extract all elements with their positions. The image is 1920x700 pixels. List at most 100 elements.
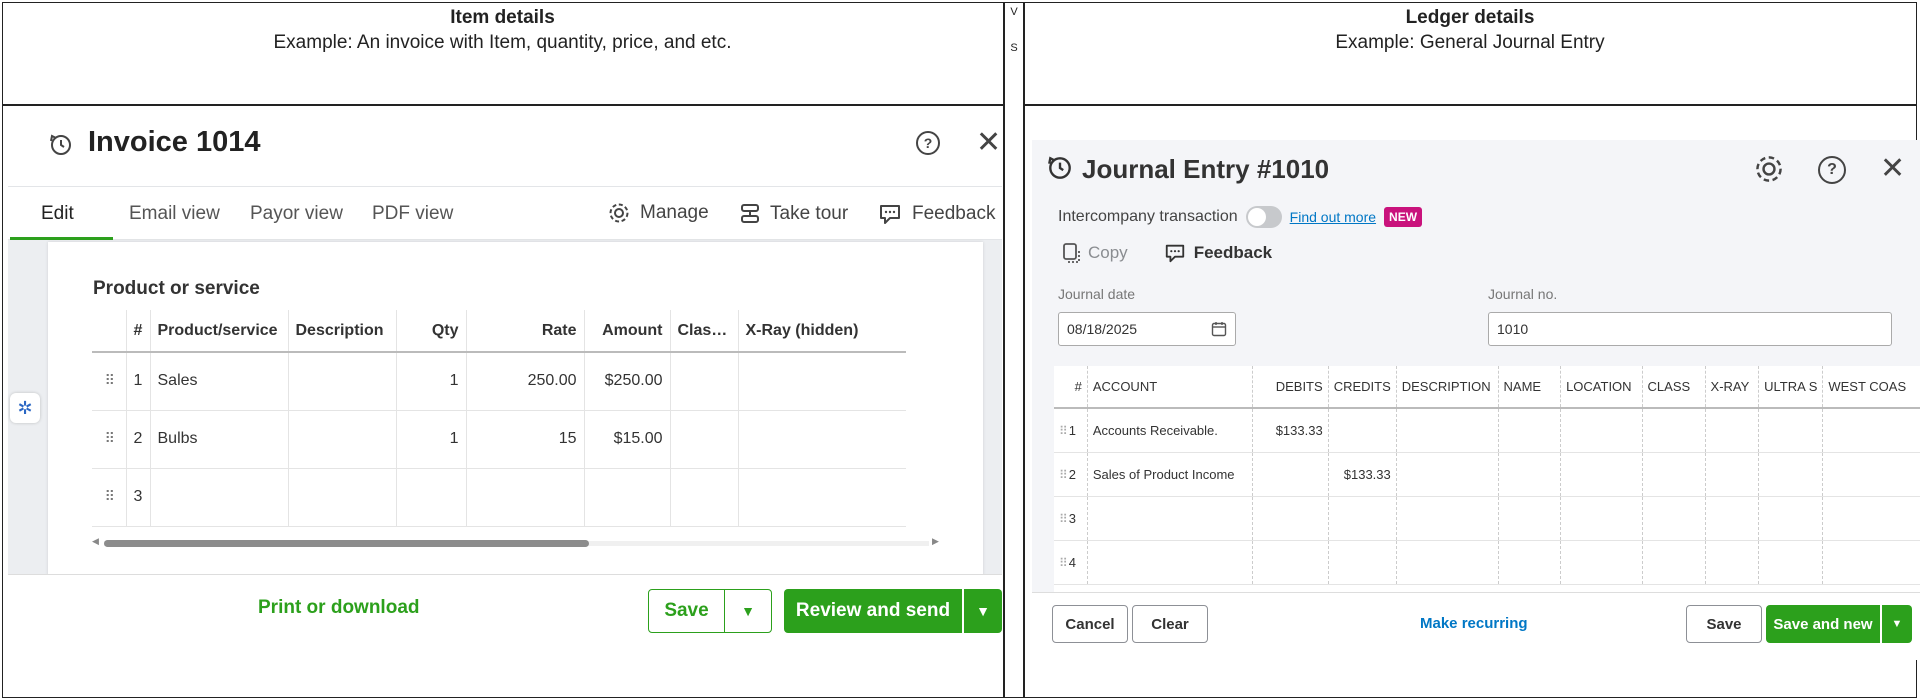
drag-handle-icon[interactable]: ⠿ <box>92 410 126 469</box>
review-dropdown-button[interactable]: ▼ <box>964 589 1002 633</box>
class-cell[interactable] <box>1641 452 1706 497</box>
qty-cell[interactable]: 1 <box>395 410 466 469</box>
credits-cell[interactable] <box>1327 408 1397 453</box>
west-coast-cell[interactable] <box>1822 408 1920 453</box>
close-icon[interactable]: ✕ <box>1880 154 1905 184</box>
scrollbar-thumb[interactable] <box>104 540 589 547</box>
journal-no-field[interactable]: 1010 <box>1488 312 1892 346</box>
amount-cell[interactable] <box>583 468 670 527</box>
debits-cell[interactable]: $133.33 <box>1251 408 1329 453</box>
class-cell[interactable] <box>669 410 738 469</box>
credits-cell[interactable] <box>1327 540 1397 585</box>
description-cell[interactable] <box>1395 540 1499 585</box>
make-recurring-link[interactable]: Make recurring <box>1420 615 1528 632</box>
name-cell[interactable] <box>1497 408 1561 453</box>
journal-save-button[interactable]: Save <box>1686 605 1762 643</box>
assistant-icon[interactable]: ✲ <box>10 393 40 423</box>
drag-handle-icon[interactable]: ⠿ <box>1059 468 1068 482</box>
name-cell[interactable] <box>1497 540 1561 585</box>
drag-handle-icon[interactable]: ⠿ <box>92 352 126 411</box>
ultra-cell[interactable] <box>1758 408 1823 453</box>
help-icon[interactable]: ? <box>1818 156 1846 184</box>
debits-cell[interactable] <box>1251 452 1329 497</box>
tab-edit[interactable]: Edit <box>41 203 74 225</box>
description-cell[interactable] <box>1395 452 1499 497</box>
scroll-right-icon[interactable]: ▶ <box>932 536 939 547</box>
drag-handle-icon[interactable]: ⠿ <box>1059 424 1068 438</box>
debits-cell[interactable] <box>1251 540 1329 585</box>
rate-cell[interactable] <box>465 468 584 527</box>
xray-cell[interactable] <box>737 468 906 527</box>
calendar-icon[interactable] <box>1211 321 1227 337</box>
description-cell[interactable] <box>287 410 396 469</box>
ultra-cell[interactable] <box>1758 452 1823 497</box>
qty-cell[interactable] <box>395 468 466 527</box>
west-coast-cell[interactable] <box>1822 540 1920 585</box>
class-cell[interactable] <box>1641 408 1706 453</box>
class-cell[interactable] <box>669 352 738 411</box>
table-row[interactable]: ⠿ 1 Sales 1 250.00 $250.00 <box>92 352 906 411</box>
description-cell[interactable] <box>1395 408 1499 453</box>
product-cell[interactable]: Sales <box>149 352 288 411</box>
table-row[interactable]: ⠿ 2 Sales of Product Income $133.33 <box>1054 452 1920 497</box>
rate-cell[interactable]: 15 <box>465 410 584 469</box>
account-cell[interactable] <box>1086 496 1253 541</box>
xray-cell[interactable] <box>1704 452 1759 497</box>
review-and-send-button[interactable]: Review and send <box>784 589 962 633</box>
location-cell[interactable] <box>1560 496 1643 541</box>
drag-handle-icon[interactable]: ⠿ <box>1059 512 1068 526</box>
help-icon[interactable]: ? <box>916 131 940 155</box>
feedback-button[interactable]: Feedback <box>878 202 995 226</box>
xray-cell[interactable] <box>1704 496 1759 541</box>
save-and-new-dropdown-button[interactable]: ▼ <box>1882 605 1912 643</box>
cancel-button[interactable]: Cancel <box>1052 605 1128 643</box>
tab-email-view[interactable]: Email view <box>129 203 220 225</box>
product-cell[interactable]: Bulbs <box>149 410 288 469</box>
xray-cell[interactable] <box>737 410 906 469</box>
gear-icon[interactable] <box>1754 154 1784 184</box>
scroll-left-icon[interactable]: ◀ <box>92 536 99 547</box>
location-cell[interactable] <box>1560 408 1643 453</box>
class-cell[interactable] <box>1641 540 1706 585</box>
save-and-new-button[interactable]: Save and new <box>1766 605 1880 643</box>
description-cell[interactable] <box>1395 496 1499 541</box>
drag-handle-icon[interactable]: ⠿ <box>92 468 126 527</box>
amount-cell[interactable]: $15.00 <box>583 410 670 469</box>
account-cell[interactable]: Accounts Receivable. <box>1086 408 1253 453</box>
credits-cell[interactable] <box>1327 496 1397 541</box>
table-row[interactable]: ⠿ 2 Bulbs 1 15 $15.00 <box>92 410 906 469</box>
xray-cell[interactable] <box>737 352 906 411</box>
xray-cell[interactable] <box>1704 540 1759 585</box>
product-cell[interactable] <box>149 468 288 527</box>
table-row[interactable]: ⠿ 1 Accounts Receivable. $133.33 <box>1054 408 1920 453</box>
class-cell[interactable] <box>669 468 738 527</box>
class-cell[interactable] <box>1641 496 1706 541</box>
find-out-more-link[interactable]: Find out more <box>1290 209 1376 225</box>
table-row[interactable]: ⠿ 3 <box>1054 496 1920 541</box>
west-coast-cell[interactable] <box>1822 496 1920 541</box>
amount-cell[interactable]: $250.00 <box>583 352 670 411</box>
account-cell[interactable] <box>1086 540 1253 585</box>
credits-cell[interactable]: $133.33 <box>1327 452 1397 497</box>
drag-handle-icon[interactable]: ⠿ <box>1059 556 1068 570</box>
table-row[interactable]: ⠿ 3 <box>92 468 906 527</box>
description-cell[interactable] <box>287 352 396 411</box>
close-icon[interactable]: ✕ <box>976 128 1001 158</box>
ultra-cell[interactable] <box>1758 540 1823 585</box>
clear-button[interactable]: Clear <box>1132 605 1208 643</box>
table-row[interactable]: ⠿ 4 <box>1054 540 1920 585</box>
account-cell[interactable]: Sales of Product Income <box>1086 452 1253 497</box>
xray-cell[interactable] <box>1704 408 1759 453</box>
horizontal-scrollbar[interactable]: ◀ ▶ <box>92 536 940 548</box>
qty-cell[interactable]: 1 <box>395 352 466 411</box>
manage-button[interactable]: Manage <box>608 202 709 224</box>
debits-cell[interactable] <box>1251 496 1329 541</box>
tab-payor-view[interactable]: Payor view <box>250 203 343 225</box>
west-coast-cell[interactable] <box>1822 452 1920 497</box>
ultra-cell[interactable] <box>1758 496 1823 541</box>
location-cell[interactable] <box>1560 452 1643 497</box>
copy-button[interactable]: Copy <box>1062 242 1128 264</box>
rate-cell[interactable]: 250.00 <box>465 352 584 411</box>
tab-pdf-view[interactable]: PDF view <box>372 203 453 225</box>
description-cell[interactable] <box>287 468 396 527</box>
